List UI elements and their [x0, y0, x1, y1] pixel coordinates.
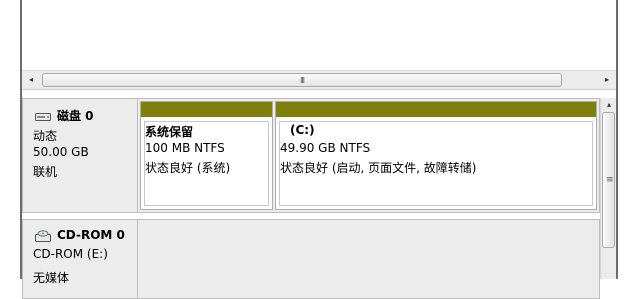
partition-health: 状态良好 (系统)	[145, 161, 231, 175]
disk-size: 50.00 GB	[33, 145, 89, 159]
partition-info: 49.90 GB NTFS	[280, 141, 371, 155]
partition-info: 100 MB NTFS	[145, 141, 225, 155]
disk-status: 联机	[33, 165, 58, 179]
scroll-right-arrow-icon[interactable]: ▸	[600, 73, 614, 87]
scroll-left-arrow-icon[interactable]: ◂	[24, 73, 38, 87]
scroll-grip-icon: III	[299, 76, 305, 85]
window-border-right	[616, 0, 618, 279]
partition-label: (C:)	[290, 123, 315, 137]
disk-0-label[interactable]: 磁盘 0 动态 50.00 GB 联机	[22, 98, 138, 213]
vertical-scrollbar[interactable]: ▴ ≡	[600, 98, 616, 279]
cdrom-type: CD-ROM (E:)	[33, 247, 108, 261]
partition-c-drive[interactable]: (C:) 49.90 GB NTFS 状态良好 (启动, 页面文件, 故障转储)	[275, 101, 597, 210]
hard-disk-icon	[35, 112, 51, 121]
cdrom-0-area	[138, 219, 600, 299]
partition-label: 系统保留	[145, 125, 194, 139]
scroll-up-arrow-icon[interactable]: ▴	[602, 99, 616, 111]
window-frame-right	[616, 0, 641, 279]
partition-system-reserved[interactable]: 系统保留 100 MB NTFS 状态良好 (系统)	[140, 101, 273, 210]
horizontal-scrollbar[interactable]: ◂ III ▸	[22, 70, 616, 90]
disk-name: 磁盘 0	[57, 109, 94, 123]
disk-row-0: 磁盘 0 动态 50.00 GB 联机 系统保留 100 MB NTFS 状态良…	[22, 98, 600, 213]
scroll-grip-icon: ≡	[606, 175, 614, 185]
horizontal-scroll-thumb[interactable]: III	[42, 73, 562, 87]
partition-bar	[141, 102, 272, 117]
disk-0-partitions: 系统保留 100 MB NTFS 状态良好 (系统) (C:) 49.90 GB…	[138, 98, 600, 213]
partition-health: 状态良好 (启动, 页面文件, 故障转储)	[280, 161, 477, 175]
disk-row-cdrom: CD-ROM 0 CD-ROM (E:) 无媒体	[22, 213, 600, 299]
cd-rom-icon	[35, 229, 51, 242]
window-frame-left	[0, 0, 22, 279]
cdrom-0-label[interactable]: CD-ROM 0 CD-ROM (E:) 无媒体	[22, 219, 138, 299]
disk-map-pane: 磁盘 0 动态 50.00 GB 联机 系统保留 100 MB NTFS 状态良…	[22, 90, 616, 299]
partition-bar	[276, 102, 596, 117]
vertical-scroll-thumb[interactable]: ≡	[602, 112, 615, 248]
volume-list-pane	[22, 0, 616, 70]
disk-type: 动态	[33, 129, 58, 143]
cdrom-status: 无媒体	[33, 271, 70, 285]
cdrom-name: CD-ROM 0	[57, 228, 125, 242]
